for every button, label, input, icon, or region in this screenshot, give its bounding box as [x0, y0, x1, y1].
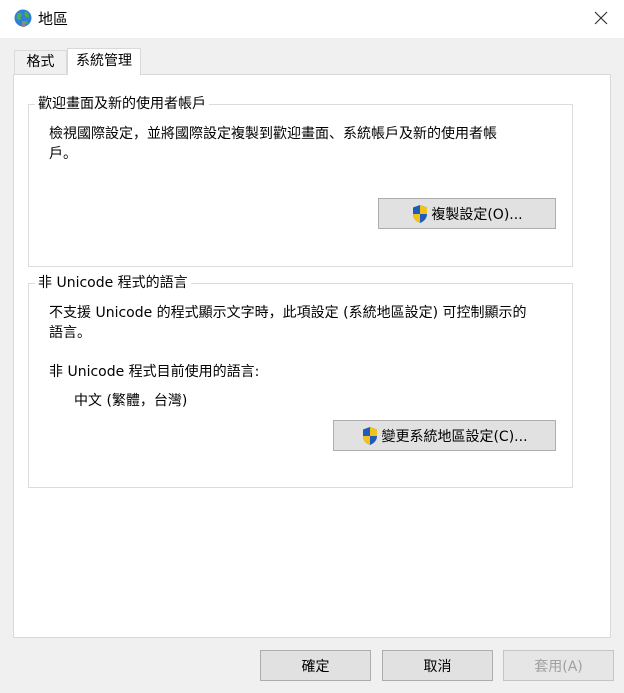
close-icon	[594, 11, 608, 25]
welcome-description: 檢視國際設定，並將國際設定複製到歡迎畫面、系統帳戶及新的使用者帳 戶。	[49, 124, 497, 164]
title-bar: 地區	[0, 0, 624, 38]
welcome-description-line2: 戶。	[49, 146, 77, 162]
current-language-label: 非 Unicode 程式目前使用的語言:	[49, 364, 260, 380]
close-button[interactable]	[578, 0, 624, 36]
non-unicode-group: 非 Unicode 程式的語言 不支援 Unicode 的程式顯示文字時，此項設…	[28, 274, 573, 488]
welcome-screen-group: 歡迎畫面及新的使用者帳戶 檢視國際設定，並將國際設定複製到歡迎畫面、系統帳戶及新…	[28, 95, 573, 267]
window-title: 地區	[38, 10, 69, 28]
apply-button[interactable]: 套用(A)	[503, 650, 614, 681]
welcome-group-legend: 歡迎畫面及新的使用者帳戶	[35, 95, 209, 113]
welcome-description-line1: 檢視國際設定，並將國際設定複製到歡迎畫面、系統帳戶及新的使用者帳	[49, 126, 497, 142]
change-system-locale-button[interactable]: 變更系統地區設定(C)...	[333, 420, 556, 451]
uac-shield-icon	[413, 204, 428, 223]
ok-button[interactable]: 確定	[260, 650, 371, 681]
tab-panel-administrative: 歡迎畫面及新的使用者帳戶 檢視國際設定，並將國際設定複製到歡迎畫面、系統帳戶及新…	[13, 74, 611, 638]
non-unicode-description-line2: 語言。	[49, 325, 91, 341]
tab-format[interactable]: 格式	[14, 50, 67, 74]
non-unicode-description: 不支援 Unicode 的程式顯示文字時，此項設定 (系統地區設定) 可控制顯示…	[49, 303, 527, 343]
cancel-button[interactable]: 取消	[382, 650, 493, 681]
current-language-value: 中文 (繁體，台灣)	[74, 393, 188, 409]
tab-administrative[interactable]: 系統管理	[67, 48, 141, 75]
copy-settings-label: 複製設定(O)...	[431, 206, 523, 223]
uac-shield-icon	[363, 426, 378, 445]
non-unicode-group-legend: 非 Unicode 程式的語言	[35, 274, 191, 292]
copy-settings-button[interactable]: 複製設定(O)...	[378, 198, 556, 229]
change-system-locale-label: 變更系統地區設定(C)...	[381, 428, 528, 445]
non-unicode-description-line1: 不支援 Unicode 的程式顯示文字時，此項設定 (系統地區設定) 可控制顯示…	[49, 305, 527, 321]
globe-icon	[14, 9, 32, 27]
